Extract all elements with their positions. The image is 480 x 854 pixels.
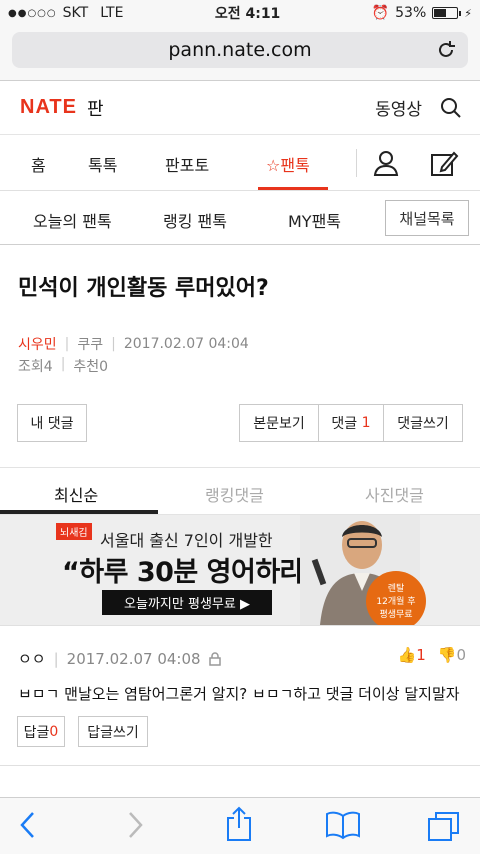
lock-icon (208, 651, 221, 666)
comment-tabs: 최신순 랭킹댓글 사진댓글 (0, 467, 480, 515)
write-icon[interactable] (430, 149, 460, 179)
reply-button[interactable]: 답글 0 (17, 716, 65, 747)
battery-percent: 53% (395, 5, 427, 21)
forward-icon[interactable] (125, 810, 145, 840)
comment-text: ㅂㅁㄱ 맨날오는 염탐어그론거 알지? ㅂㅁㄱ하고 댓글 더이상 달지말자 (18, 685, 460, 703)
reload-icon[interactable] (434, 38, 458, 62)
dislike-count: 0 (456, 646, 466, 664)
browser-toolbar (0, 797, 480, 854)
my-comments-button[interactable]: 내 댓글 (17, 404, 87, 442)
alarm-icon: ⏰ (371, 5, 390, 21)
main-nav: 홈 톡톡 판포토 ☆팬톡 (0, 135, 480, 191)
ad-headline: “하루 30분 영어하라” (62, 557, 322, 588)
rental-line2: 12개월 후 (376, 597, 416, 607)
divider (0, 625, 480, 626)
comments-button[interactable]: 댓글 1 (318, 404, 384, 442)
network-label: LTE (100, 5, 124, 21)
article-author[interactable]: 시우민 (18, 334, 57, 354)
tab-latest[interactable]: 최신순 (54, 482, 98, 506)
comment-date: 2017.02.07 04:08 (66, 649, 201, 668)
meta-separator: | (53, 649, 59, 668)
subnav-my[interactable]: MY팬톡 (288, 208, 341, 232)
subnav-ranking[interactable]: 랭킹 팬톡 (163, 208, 227, 232)
active-tab-indicator (258, 187, 328, 190)
divider (0, 765, 480, 766)
tab-ranking-comments[interactable]: 랭킹댓글 (205, 482, 264, 506)
carrier-label: SKT (62, 5, 89, 21)
ad-badge: 뇌새김 (56, 523, 92, 540)
site-header: NATE 판 동영상 (0, 81, 480, 135)
search-icon[interactable] (440, 97, 462, 119)
subnav-today[interactable]: 오늘의 팬톡 (33, 208, 112, 232)
article-date: 2017.02.07 04:04 (123, 336, 249, 352)
thumbs-up-icon: 👍 (397, 646, 417, 664)
reply-label: 답글 (23, 724, 50, 741)
ad-rental-badge: 렌탈 12개월 후 평생무료 (366, 571, 426, 625)
browser-chrome: pann.nate.com (0, 26, 480, 81)
article-title: 민석이 개인활동 루머있어? (18, 276, 269, 301)
comment-author: ㅇㅇ (18, 650, 46, 668)
tab-home[interactable]: 홈 (31, 152, 46, 176)
logo[interactable]: NATE 판 (20, 95, 104, 121)
thumbs-down-icon: 👎 (437, 646, 457, 664)
ad-banner[interactable]: 뇌새김 서울대 출신 7인이 개발한 “하루 30분 영어하라” 오늘까지만 평… (0, 515, 480, 625)
user-icon[interactable] (372, 149, 400, 177)
tab-panphoto[interactable]: 판포토 (165, 152, 209, 176)
section-title: 판 (86, 98, 104, 120)
tab-fantok[interactable]: ☆팬톡 (266, 152, 310, 176)
article-meta: 시우민 | 쿠쿠 | 2017.02.07 04:04 (18, 334, 249, 354)
meta-separator: | (111, 336, 116, 352)
tab-photo-comments[interactable]: 사진댓글 (365, 482, 424, 506)
bookmarks-icon[interactable] (325, 810, 361, 840)
rental-line3: 평생무료 (379, 610, 413, 620)
comment-votes: 👍1 👎0 (398, 646, 466, 664)
battery-icon (432, 7, 462, 19)
sub-nav: 오늘의 팬톡 랭킹 팬톡 MY팬톡 채널목록 (0, 191, 480, 245)
signal-icon: ●●○○○ (8, 7, 57, 19)
address-bar[interactable]: pann.nate.com (12, 32, 468, 68)
back-icon[interactable] (18, 810, 38, 840)
like-button[interactable]: 👍1 (398, 646, 426, 664)
article-nickname: 쿠쿠 (77, 337, 104, 353)
meta-separator: | (64, 336, 70, 352)
meta-separator: | (60, 356, 66, 372)
tab-toktok[interactable]: 톡톡 (88, 152, 117, 176)
charging-icon: ⚡ (464, 6, 472, 20)
star-icon: ☆ (266, 156, 281, 175)
share-icon[interactable] (225, 806, 253, 842)
rental-line1: 렌탈 (387, 584, 405, 594)
reply-count: 0 (49, 723, 59, 740)
article-stats: 조회4 | 추천0 (18, 356, 108, 376)
nav-divider (356, 149, 357, 177)
write-comment-button[interactable]: 댓글쓰기 (383, 404, 463, 442)
url-text: pann.nate.com (168, 39, 312, 61)
nate-logo: NATE (20, 96, 77, 118)
status-bar: ●●○○○ SKT LTE 오전 4:11 ⏰ 53% ⚡ (0, 0, 480, 26)
comments-count: 1 (361, 415, 371, 431)
video-link[interactable]: 동영상 (375, 95, 422, 120)
article-views: 조회4 (18, 359, 53, 375)
comments-label: 댓글 (331, 416, 358, 432)
channel-list-button[interactable]: 채널목록 (385, 200, 469, 236)
view-original-button[interactable]: 본문보기 (239, 404, 319, 442)
tab-fantok-label: 팬톡 (280, 156, 310, 175)
write-reply-button[interactable]: 답글쓰기 (78, 716, 148, 747)
active-comment-tab-indicator (0, 510, 158, 514)
like-count: 1 (416, 646, 426, 664)
article-recommend: 추천0 (73, 359, 109, 375)
comment-meta: ㅇㅇ | 2017.02.07 04:08 (18, 648, 221, 669)
tabs-icon[interactable] (427, 810, 461, 842)
status-time: 오전 4:11 (214, 6, 281, 22)
ad-cta[interactable]: 오늘까지만 평생무료 ▶ (102, 590, 272, 615)
ad-line1: 서울대 출신 7인이 개발한 (100, 531, 273, 550)
dislike-button[interactable]: 👎0 (438, 646, 466, 664)
